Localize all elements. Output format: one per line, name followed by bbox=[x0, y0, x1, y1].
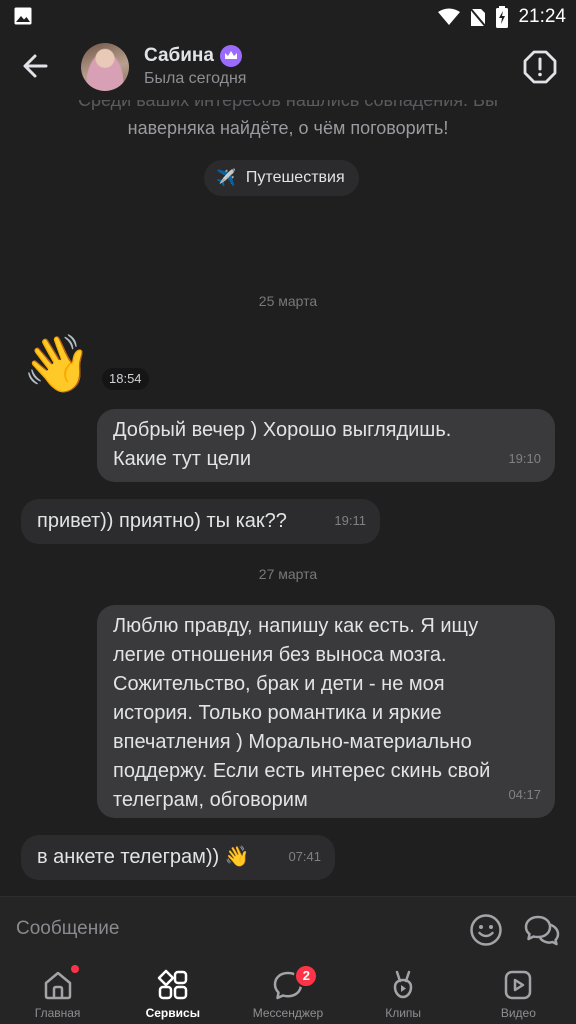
tab-services[interactable]: Сервисы bbox=[115, 962, 230, 1024]
avatar[interactable] bbox=[81, 43, 129, 91]
interest-chip[interactable]: ✈️ Путешествия bbox=[204, 160, 359, 196]
message-text-line: Какие тут цели bbox=[113, 448, 252, 470]
message-time: 07:41 bbox=[288, 849, 321, 864]
tab-messenger[interactable]: 2 Мессенджер bbox=[230, 962, 345, 1024]
airplane-icon: ✈️ bbox=[216, 170, 236, 187]
message-text-line: легие отношения без выноса мозга. bbox=[113, 644, 447, 666]
message-bubble-outgoing[interactable]: Добрый вечер ) Хорошо выглядишь. Какие т… bbox=[97, 409, 555, 482]
intro-line-1: Среди ваших интересов нашлись совпадения… bbox=[78, 100, 498, 110]
message-text-line: Сожительство, брак и дети - не моя bbox=[113, 673, 445, 695]
message-text-line: история. Только романтика и яркие bbox=[113, 702, 442, 724]
no-sim-icon bbox=[470, 7, 487, 27]
smile-icon[interactable] bbox=[469, 913, 503, 947]
tab-clips[interactable]: Клипы bbox=[346, 962, 461, 1024]
waving-hand-sticker[interactable]: 👋 bbox=[22, 332, 92, 396]
message-text-line: привет)) приятно) ты как?? bbox=[37, 510, 287, 532]
video-icon bbox=[505, 970, 532, 1000]
interests-intro: Среди ваших интересов нашлись совпадения… bbox=[0, 100, 576, 142]
message-bubble-outgoing[interactable]: Люблю правду, напишу как есть. Я ищу лег… bbox=[97, 605, 555, 818]
wifi-icon bbox=[438, 8, 461, 25]
tab-video[interactable]: Видео bbox=[461, 962, 576, 1024]
message-input[interactable]: Сообщение bbox=[16, 918, 119, 940]
contact-name: Сабина bbox=[144, 45, 214, 66]
sticker-time: 18:54 bbox=[102, 368, 149, 390]
unread-badge: 2 bbox=[294, 964, 319, 988]
contact-status: Была сегодня bbox=[144, 70, 247, 87]
tab-label: Клипы bbox=[385, 1006, 422, 1020]
gallery-icon bbox=[14, 7, 32, 25]
intro-line-2: наверняка найдёте, о чём поговорить! bbox=[127, 118, 449, 138]
crown-icon bbox=[219, 45, 242, 67]
notification-dot bbox=[71, 965, 79, 973]
message-text-line: поддержу. Если есть интерес скинь свой bbox=[113, 760, 491, 782]
message-time: 19:10 bbox=[508, 451, 541, 466]
message-text-line: Люблю правду, напишу как есть. Я ищу bbox=[113, 615, 479, 637]
clock: 21:24 bbox=[518, 6, 566, 27]
message-text-line: Добрый вечер ) Хорошо выглядишь. bbox=[113, 419, 452, 441]
battery-charging-icon bbox=[496, 6, 509, 28]
message-text-line: в анкете телеграм)) 👋 bbox=[37, 846, 250, 868]
tab-label: Главная bbox=[34, 1006, 81, 1020]
alert-octagon-icon[interactable] bbox=[522, 49, 558, 85]
chat-bubbles-icon[interactable] bbox=[524, 913, 560, 947]
message-bubble-incoming[interactable]: привет)) приятно) ты как?? 19:11 bbox=[21, 499, 380, 544]
contact-name-row[interactable]: Сабина bbox=[144, 45, 242, 67]
status-bar: 21:24 bbox=[0, 0, 576, 34]
clips-icon bbox=[393, 970, 413, 999]
arrow-left-icon[interactable] bbox=[18, 48, 54, 84]
chat-header: Сабина Была сегодня bbox=[0, 34, 576, 100]
tab-label: Сервисы bbox=[145, 1006, 200, 1020]
tab-home[interactable]: Главная bbox=[0, 962, 115, 1024]
message-text-line: телеграм, обговорим bbox=[113, 789, 308, 811]
interest-label: Путешествия bbox=[245, 169, 345, 186]
message-time: 19:11 bbox=[334, 513, 366, 528]
date-separator: 25 марта bbox=[258, 293, 318, 309]
date-separator: 27 марта bbox=[258, 566, 318, 582]
home-icon bbox=[44, 971, 71, 1000]
tab-label: Видео bbox=[500, 1006, 536, 1020]
chat-area[interactable]: Среди ваших интересов нашлись совпадения… bbox=[0, 100, 576, 896]
services-grid-icon bbox=[157, 969, 188, 1000]
message-composer: Сообщение bbox=[0, 896, 576, 962]
message-bubble-incoming[interactable]: в анкете телеграм)) 👋 07:41 bbox=[21, 835, 335, 880]
message-time: 04:17 bbox=[508, 787, 541, 802]
bottom-tab-bar: Главная Сервисы 2 Мессенджер Клипы Видео bbox=[0, 962, 576, 1024]
tab-label: Мессенджер bbox=[252, 1006, 324, 1020]
message-text-line: впечатления ) Морально-материально bbox=[113, 731, 472, 753]
